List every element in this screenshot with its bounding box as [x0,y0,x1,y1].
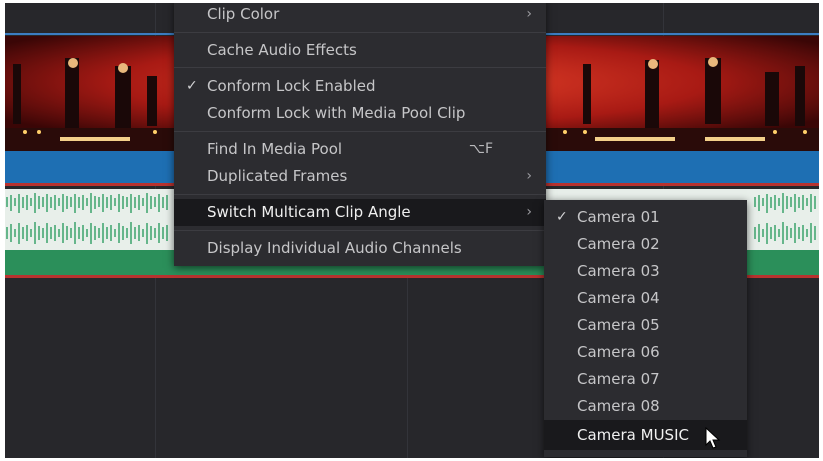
context-menu: Clip Color › Cache Audio Effects ✓ Confo… [174,3,546,266]
menu-separator [174,131,546,132]
submenu-item-camera-07[interactable]: Camera 07 [544,366,747,393]
keyboard-shortcut: ⌥F [468,141,493,157]
submenu-item-camera-01[interactable]: ✓ Camera 01 [544,204,747,231]
submenu-item-label: Camera 01 [577,208,660,226]
chevron-right-icon: › [526,6,532,22]
menu-separator [174,230,546,231]
submenu-item-label: Camera MUSIC [577,426,689,444]
menu-item-switch-multicam-clip-angle[interactable]: Switch Multicam Clip Angle › [174,199,546,226]
submenu-item-camera-05[interactable]: Camera 05 [544,312,747,339]
menu-item-label: Cache Audio Effects [207,41,357,59]
submenu-item-label: Camera 06 [577,343,660,361]
chevron-right-icon: › [526,168,532,184]
menu-item-label: Conform Lock with Media Pool Clip [207,104,466,122]
timeline-panel: Clip Color › Cache Audio Effects ✓ Confo… [5,3,819,458]
submenu-item-camera-02[interactable]: Camera 02 [544,231,747,258]
menu-item-conform-lock-enabled[interactable]: ✓ Conform Lock Enabled [174,73,546,99]
submenu-item-camera-03[interactable]: Camera 03 [544,258,747,285]
mouse-pointer-icon [705,427,721,449]
menu-item-label: Conform Lock Enabled [207,77,376,95]
checkmark-icon: ✓ [186,78,198,94]
menu-separator [174,32,546,33]
submenu-item-camera-04[interactable]: Camera 04 [544,285,747,312]
menu-separator [174,67,546,68]
menu-item-cache-audio-effects[interactable]: Cache Audio Effects [174,37,546,63]
submenu-item-label: Camera 02 [577,235,660,253]
checkmark-icon: ✓ [556,209,568,225]
submenu-item-label: Camera 07 [577,370,660,388]
menu-item-label: Find In Media Pool [207,140,343,158]
submenu-item-label: Camera 03 [577,262,660,280]
multicam-angle-submenu: ✓ Camera 01 Camera 02 Camera 03 Camera 0… [544,200,747,457]
menu-item-label: Display Individual Audio Channels [207,239,462,257]
menu-item-find-in-media-pool[interactable]: Find In Media Pool ⌥F [174,136,546,162]
menu-item-label: Clip Color [207,5,280,23]
menu-item-label: Switch Multicam Clip Angle [207,203,411,221]
submenu-item-label: Camera 05 [577,316,660,334]
submenu-item-camera-06[interactable]: Camera 06 [544,339,747,366]
submenu-item-label: Camera 08 [577,397,660,415]
menu-separator [174,194,546,195]
menu-item-duplicated-frames[interactable]: Duplicated Frames › [174,163,546,189]
menu-item-display-audio-channels[interactable]: Display Individual Audio Channels [174,235,546,261]
menu-item-conform-lock-media-pool[interactable]: Conform Lock with Media Pool Clip [174,100,546,126]
menu-item-clip-color[interactable]: Clip Color › [174,3,546,27]
chevron-right-icon: › [526,204,532,220]
submenu-item-camera-08[interactable]: Camera 08 [544,393,747,420]
menu-item-label: Duplicated Frames [207,167,348,185]
submenu-item-label: Camera 04 [577,289,660,307]
